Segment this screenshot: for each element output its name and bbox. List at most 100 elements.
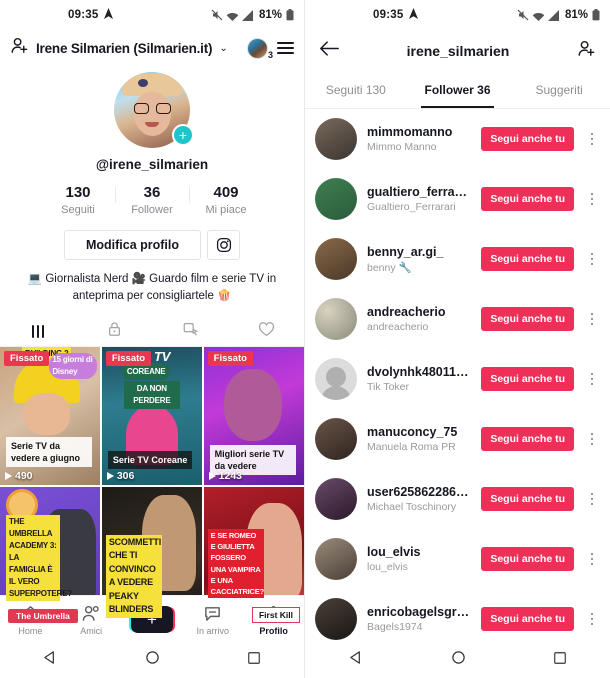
avatar[interactable] <box>315 598 357 640</box>
list-item[interactable]: enricobagelsgrima Bagels1974 Segui anche… <box>305 589 610 649</box>
stat-following[interactable]: 130 Seguiti <box>41 184 115 216</box>
hamburger-menu-icon[interactable] <box>277 42 294 54</box>
follower-fullname: Manuela Roma PR <box>367 441 456 453</box>
home-circle-icon[interactable] <box>451 650 466 670</box>
avatar[interactable] <box>315 178 357 220</box>
more-options-icon[interactable] <box>584 312 600 326</box>
recents-square-icon[interactable] <box>247 651 261 670</box>
add-user-icon[interactable] <box>10 36 29 60</box>
grid-icon <box>31 324 45 338</box>
stat-label: Follower <box>131 204 173 216</box>
follow-back-button[interactable]: Segui anche tu <box>481 547 574 571</box>
avatar-switcher[interactable]: 3 <box>247 37 273 60</box>
instagram-icon[interactable] <box>207 230 240 260</box>
follower-username: enricobagelsgrima <box>367 605 472 619</box>
play-icon <box>5 472 12 481</box>
video-views: 490 <box>5 470 33 482</box>
back-arrow-icon[interactable] <box>319 40 339 62</box>
more-options-icon[interactable] <box>584 492 600 506</box>
video-overlay-text: COREANE <box>121 364 171 381</box>
follow-back-button[interactable]: Segui anche tu <box>481 127 574 151</box>
back-triangle-icon[interactable] <box>43 650 58 670</box>
video-overlay-text: DA NON PERDERE <box>123 381 180 410</box>
add-user-icon[interactable] <box>577 39 596 63</box>
video-label: First Kill <box>251 606 300 623</box>
add-avatar-badge[interactable]: + <box>172 124 194 146</box>
profile-bio: 💻 Giornalista Nerd 🎥 Guardo film e serie… <box>27 273 277 302</box>
follow-back-button[interactable]: Segui anche tu <box>481 247 574 271</box>
pinned-badge: Fissato <box>105 351 152 367</box>
more-options-icon[interactable] <box>584 252 600 266</box>
follower-username: mimmomanno <box>367 125 453 139</box>
list-item[interactable]: dvolynhk480112… Tik Toker Segui anche tu <box>305 349 610 409</box>
home-circle-icon[interactable] <box>145 650 160 670</box>
avatar[interactable] <box>315 358 357 400</box>
status-time: 09:35 <box>68 9 99 21</box>
pinned-badge: Fissato <box>207 351 253 367</box>
video-thumbnail[interactable]: Fissato Migliori serie TV da vedere 1243 <box>203 347 304 486</box>
more-options-icon[interactable] <box>584 372 600 386</box>
list-item[interactable]: gualtiero_ferrari… Gualtiero_Ferrarari S… <box>305 169 610 229</box>
avatar[interactable] <box>315 238 357 280</box>
chevron-down-icon[interactable]: ⌄ <box>219 43 227 54</box>
recents-square-icon[interactable] <box>553 651 567 670</box>
avatar[interactable] <box>315 298 357 340</box>
follow-back-button[interactable]: Segui anche tu <box>481 187 574 211</box>
profile-tab-bar <box>0 316 304 348</box>
tab-following[interactable]: Seguiti 130 <box>305 72 407 108</box>
list-item[interactable]: mimmomanno Mimmo Manno Segui anche tu <box>305 109 610 169</box>
play-icon <box>208 472 216 481</box>
follower-username: manuconcy_75 <box>367 425 458 439</box>
list-item[interactable]: lou_elvis lou_elvis Segui anche tu <box>305 529 610 589</box>
follower-username: benny_ar.gi_ <box>367 244 444 259</box>
edit-profile-button[interactable]: Modifica profilo <box>64 230 201 260</box>
video-thumbnail[interactable]: Serie TV COREANE DA NON PERDERE Fissato … <box>101 347 203 486</box>
lock-icon <box>107 321 122 342</box>
more-options-icon[interactable] <box>584 192 600 206</box>
avatar[interactable] <box>315 478 357 520</box>
more-options-icon[interactable] <box>584 132 600 146</box>
stat-followers[interactable]: 36 Follower <box>115 184 189 216</box>
avatar-wrapper[interactable]: + <box>114 72 194 148</box>
follow-back-button[interactable]: Segui anche tu <box>481 487 574 511</box>
tab-suggested[interactable]: Suggeriti <box>508 72 610 108</box>
bottom-nav-inbox[interactable]: In arrivo <box>182 603 243 636</box>
tab-liked[interactable] <box>228 316 304 346</box>
follow-back-button[interactable]: Segui anche tu <box>481 427 574 451</box>
avatar[interactable] <box>315 538 357 580</box>
android-nav-bar-right <box>305 642 610 678</box>
tab-followers[interactable]: Follower 36 <box>407 72 509 108</box>
list-item[interactable]: andreacherio andreacherio Segui anche tu <box>305 289 610 349</box>
video-thumbnail[interactable]: BUILDING 2 15 giorni di Disney Fissato S… <box>0 347 101 486</box>
avatar[interactable] <box>315 418 357 460</box>
tab-private[interactable] <box>76 316 152 346</box>
signal-icon <box>547 9 560 21</box>
tab-videos[interactable] <box>0 316 76 346</box>
bottom-nav-label: Profilo <box>259 625 288 636</box>
stat-value: 36 <box>143 184 161 201</box>
follow-back-button[interactable]: Segui anche tu <box>481 367 574 391</box>
pinned-badge: Fissato <box>4 351 50 367</box>
follower-list: mimmomanno Mimmo Manno Segui anche tu gu… <box>305 109 610 649</box>
profile-section: + @irene_silmarien 130 Seguiti 36 Follow… <box>0 66 304 304</box>
follow-back-button[interactable]: Segui anche tu <box>481 307 574 331</box>
battery-icon <box>286 9 294 21</box>
avatar[interactable] <box>315 118 357 160</box>
tab-reposts[interactable] <box>152 316 228 346</box>
account-count: 3 <box>267 49 273 60</box>
battery-percent: 81% <box>564 9 588 21</box>
list-item[interactable]: user625862286… Michael Toschinory Segui … <box>305 469 610 529</box>
video-overlay-text: E SE ROMEO E GIULIETTA FOSSERO UNA VAMPI… <box>207 528 264 599</box>
follow-back-button[interactable]: Segui anche tu <box>481 607 574 631</box>
stat-likes[interactable]: 409 Mi piace <box>189 184 263 216</box>
video-grid: BUILDING 2 15 giorni di Disney Fissato S… <box>0 347 304 625</box>
more-options-icon[interactable] <box>584 432 600 446</box>
more-options-icon[interactable] <box>584 612 600 626</box>
battery-icon <box>592 9 600 21</box>
follower-list-screen: 09:35 81% irene_silmarien Seguiti 130 Fo… <box>305 0 610 678</box>
list-item[interactable]: benny_ar.gi_ benny 🔧 Segui anche tu <box>305 229 610 289</box>
video-overlay-text: THE UMBRELLA ACADEMY 3: LA FAMIGLIA È IL… <box>6 514 72 601</box>
back-triangle-icon[interactable] <box>349 650 364 670</box>
list-item[interactable]: manuconcy_75 Manuela Roma PR Segui anche… <box>305 409 610 469</box>
more-options-icon[interactable] <box>584 552 600 566</box>
